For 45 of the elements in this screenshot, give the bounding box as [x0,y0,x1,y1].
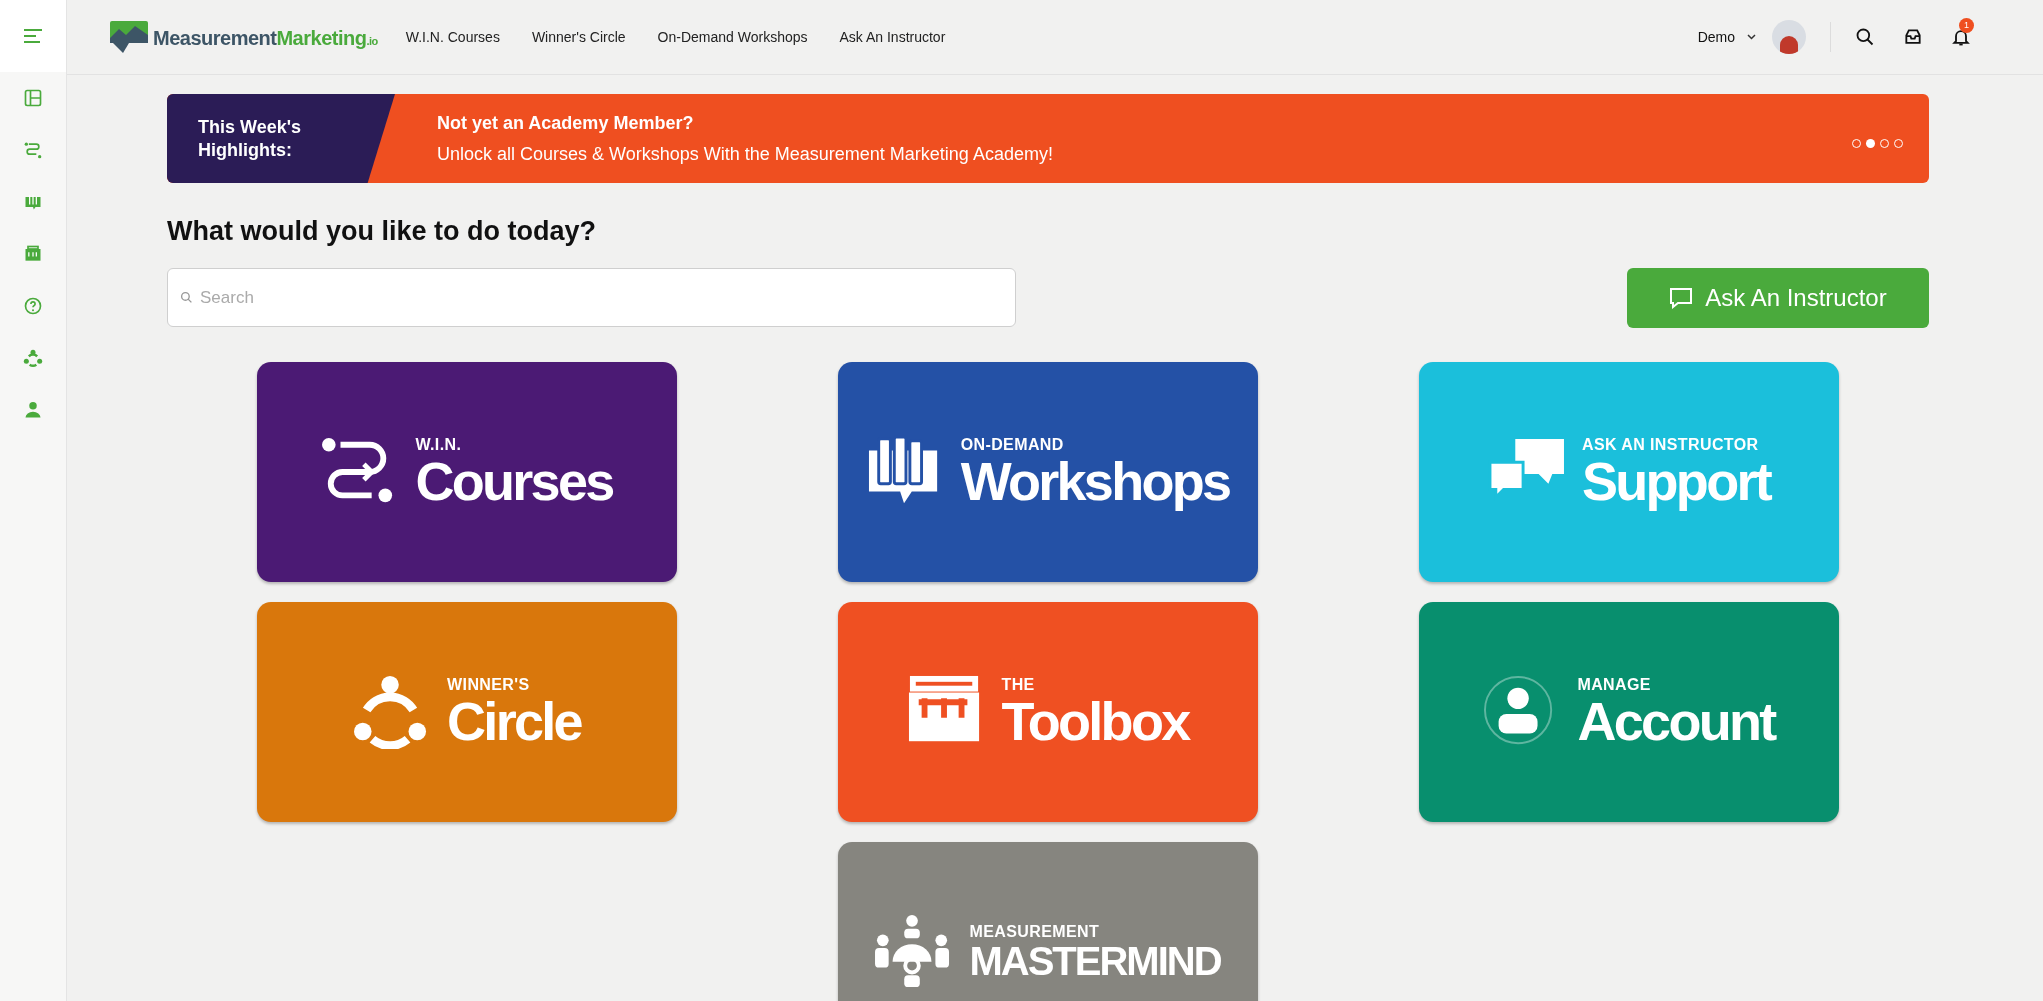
group-meeting-icon [875,914,952,989]
person-icon[interactable] [23,400,43,420]
inbox-icon[interactable] [1903,27,1923,47]
chat-icon [1669,286,1694,309]
tile-title: Account [1577,693,1775,748]
tile-title: Toolbox [1001,693,1189,748]
tile-card[interactable]: MEASUREMENT MASTERMIND [838,841,1258,1001]
tile-subtitle: W.I.N. [415,435,463,454]
tile-subtitle: THE [1001,675,1036,694]
avatar[interactable] [1772,20,1806,54]
toolbox-icon[interactable] [23,244,43,264]
notification-badge: 1 [1959,18,1974,33]
nav-link[interactable]: Winner's Circle [531,26,626,48]
nav-link[interactable]: W.I.N. Courses [405,26,500,48]
tile-subtitle: ON-DEMAND [960,435,1065,454]
page-heading: What would you like to do today? [167,215,597,248]
search-icon[interactable] [1855,27,1875,47]
nav-link[interactable]: On-Demand Workshops [657,26,808,48]
tile-card[interactable]: THE Toolbox [838,601,1258,822]
tile-title: Circle [447,693,581,748]
logo-text: MeasurementMarketing.io [153,28,378,51]
help-icon[interactable] [23,296,43,316]
search-field[interactable]: Search [167,268,1016,327]
logo-icon [109,20,149,54]
people-circle-icon[interactable] [23,348,43,368]
books-icon[interactable] [23,192,43,212]
highlights-label: This Week's Highlights: [198,115,302,162]
banner-title: Not yet an Academy Member? [437,111,695,135]
tile-card[interactable]: ON-DEMAND Workshops [838,361,1258,582]
route-icon[interactable] [23,140,43,160]
tile-card[interactable]: MANAGE Account [1419,601,1839,822]
search-icon [180,291,193,304]
caret-icon [1747,34,1756,40]
menu-icon[interactable] [23,29,43,43]
tile-subtitle: WINNER'S [447,675,531,694]
banner-text: Unlock all Courses & Workshops With the Measurement Marketing Academy! [437,142,1053,166]
tile-card[interactable]: W.I.N. Courses [257,361,677,582]
tile-title: Courses [415,453,613,508]
nav-link[interactable]: Ask An Instructor [839,26,946,48]
tile-title: MASTERMIND [969,940,1221,981]
tile-subtitle: MANAGE [1577,675,1652,694]
user-menu[interactable]: Demo [1697,26,1756,48]
layout-icon[interactable] [23,88,43,108]
tile-subtitle: ASK AN INSTRUCTOR [1581,435,1760,454]
tile-subtitle: MEASUREMENT [969,922,1101,941]
